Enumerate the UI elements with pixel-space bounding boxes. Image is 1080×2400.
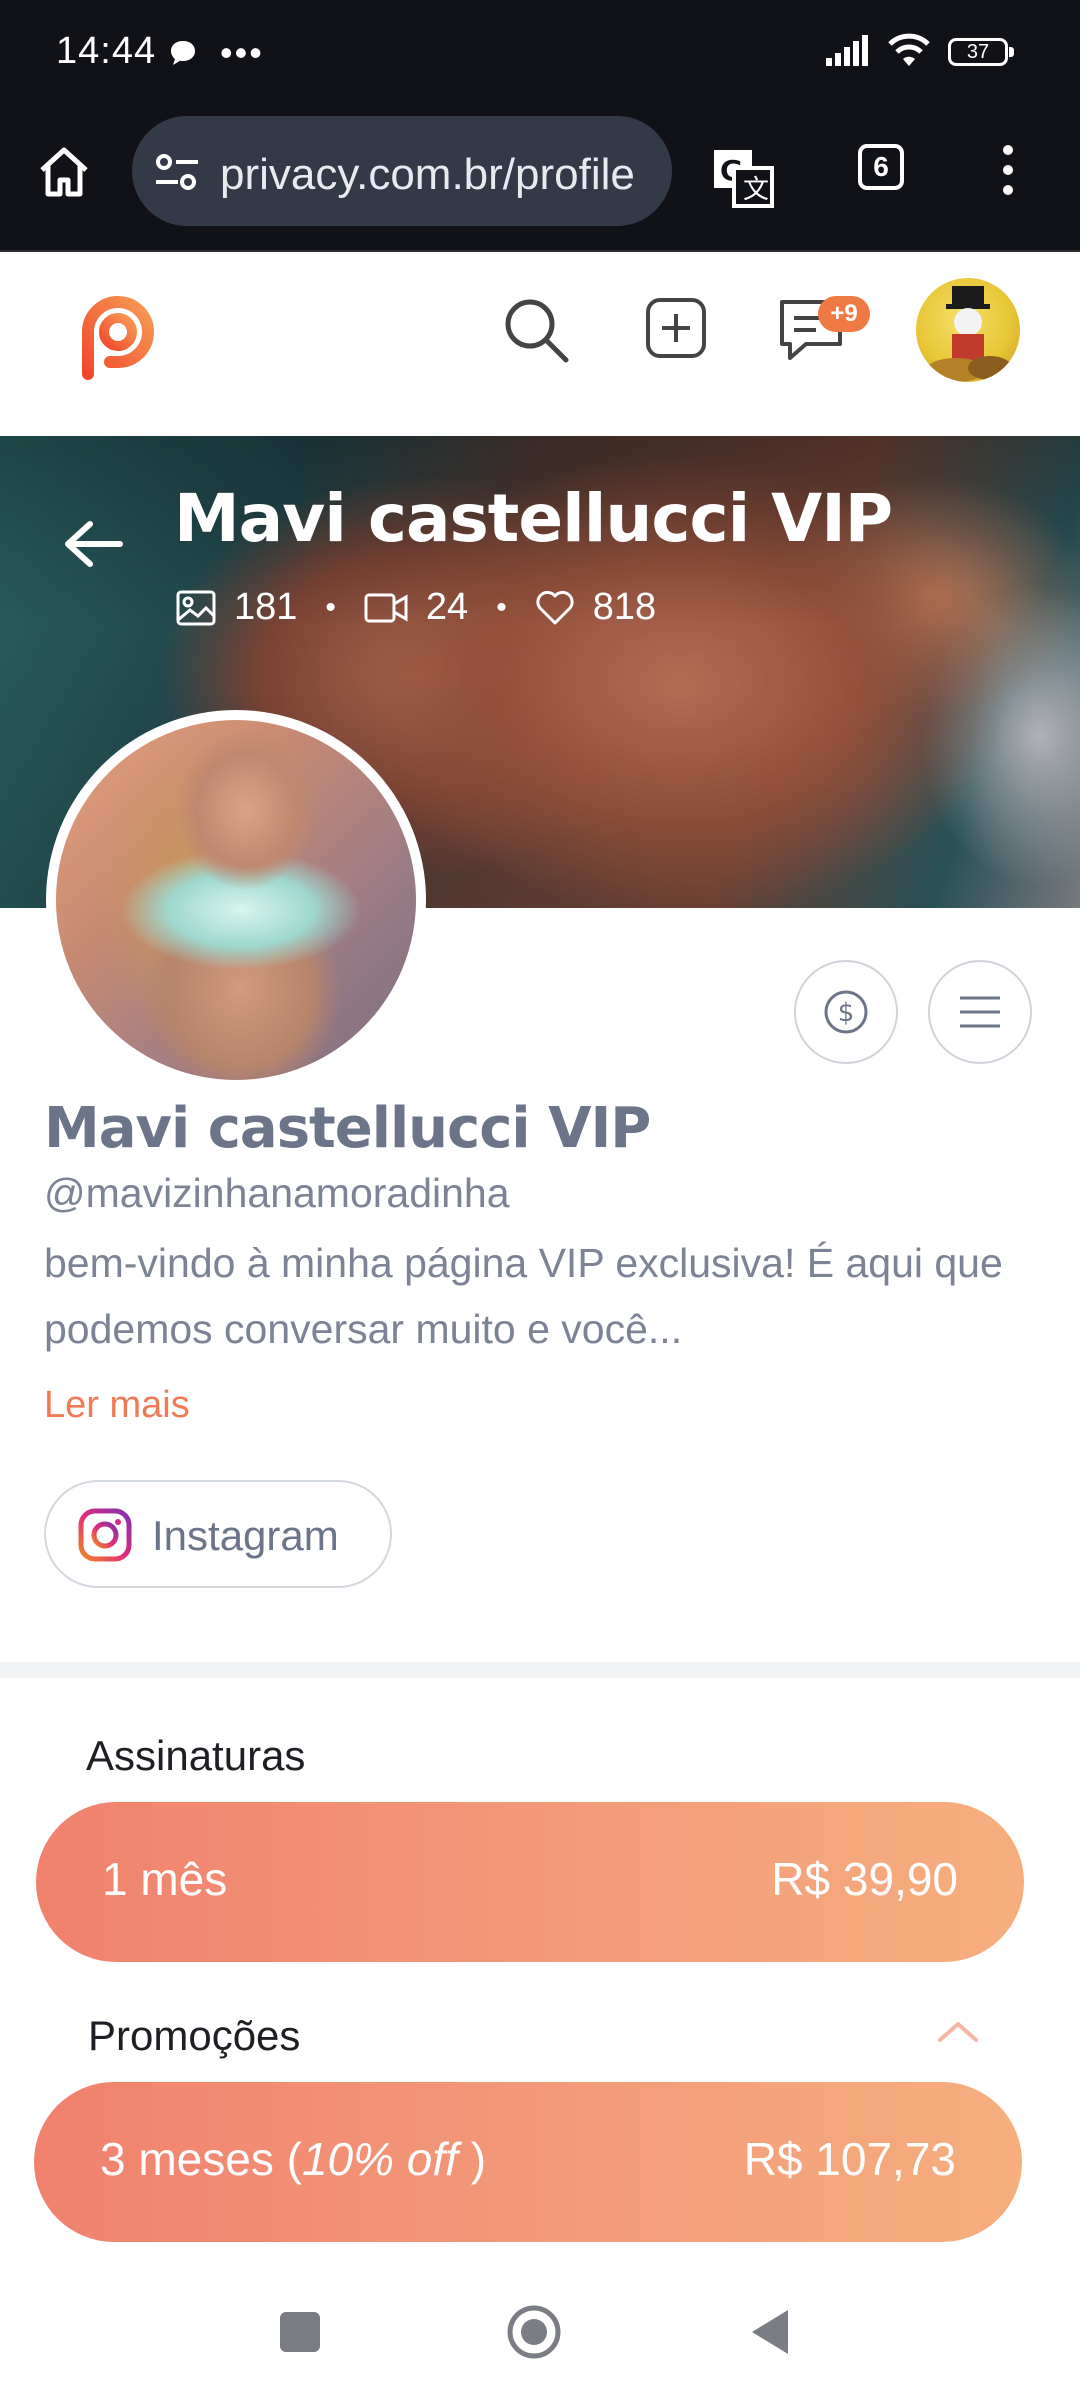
profile-bio: bem-vindo à minha página VIP exclusiva! … <box>44 1240 1003 1352</box>
home-icon[interactable] <box>36 144 92 205</box>
stats-separator: • <box>496 590 507 624</box>
photos-count: 181 <box>234 586 298 628</box>
profile-menu-button[interactable] <box>928 960 1032 1064</box>
profile-photo <box>56 720 416 1080</box>
chat-notification-icon <box>168 38 198 73</box>
dollar-icon: $ <box>824 990 868 1034</box>
plan-price: R$ 39,90 <box>771 1853 958 1905</box>
promo-close-paren: ) <box>457 2133 487 2185</box>
back-button-icon[interactable] <box>748 2308 790 2361</box>
read-more-link[interactable]: Ler mais <box>44 1384 190 1427</box>
videos-stat: 24 <box>364 586 468 629</box>
site-header: +9 <box>0 252 1080 436</box>
promotions-heading: Promoções <box>88 2012 301 2059</box>
instagram-icon <box>78 1508 132 1562</box>
recent-apps-icon[interactable] <box>280 2312 320 2352</box>
wifi-icon <box>886 30 932 73</box>
browser-menu-icon[interactable] <box>1000 144 1016 201</box>
instagram-button[interactable]: Instagram <box>44 1480 392 1588</box>
browser-toolbar: privacy.com.br/profile G 文 6 <box>0 108 1080 252</box>
hamburger-icon <box>960 996 1000 1028</box>
battery-indicator: 37 <box>948 38 1014 66</box>
image-icon <box>176 590 216 625</box>
search-icon[interactable] <box>500 294 572 371</box>
back-arrow-icon[interactable] <box>60 520 124 573</box>
messages-badge: +9 <box>818 296 870 332</box>
profile-avatar[interactable] <box>46 710 426 1090</box>
promo-plan-duration: 3 meses (10% off ) <box>100 2132 486 2186</box>
more-notifications-indicator: ••• <box>220 32 264 73</box>
videos-count: 24 <box>425 586 469 628</box>
plan-duration: 1 mês <box>102 1853 228 1905</box>
site-settings-icon[interactable] <box>154 152 200 197</box>
cover-stats: 181 • 24 • 818 <box>176 586 656 629</box>
translate-icon[interactable]: G 文 <box>712 148 776 215</box>
promo-discount: 10% off <box>301 2133 458 2185</box>
profile-name: Mavi castellucci VIP <box>44 1096 651 1161</box>
likes-stat: 818 <box>535 586 656 629</box>
section-divider <box>0 1662 1080 1678</box>
svg-text:文: 文 <box>743 175 769 205</box>
svg-text:$: $ <box>838 998 855 1028</box>
subscriptions-heading: Assinaturas <box>86 1732 306 1779</box>
address-bar[interactable]: privacy.com.br/profile <box>132 116 672 226</box>
system-navigation-bar <box>0 2262 1080 2400</box>
profile-handle: @mavizinhanamoradinha <box>44 1170 510 1216</box>
stats-separator: • <box>325 590 336 624</box>
likes-count: 818 <box>592 586 657 628</box>
instagram-label: Instagram <box>152 1512 339 1559</box>
status-time: 14:44 <box>56 30 157 72</box>
status-bar: 14:44 ••• 37 <box>0 0 1080 108</box>
chevron-up-icon[interactable] <box>936 2018 980 2049</box>
url-text: privacy.com.br/profile <box>220 150 635 199</box>
tip-button[interactable]: $ <box>794 960 898 1064</box>
add-post-icon[interactable] <box>644 296 708 365</box>
privacy-logo[interactable] <box>66 286 162 387</box>
photos-stat: 181 <box>176 586 297 629</box>
promotion-plan-button[interactable]: 3 meses (10% off ) R$ 107,73 <box>34 2082 1022 2242</box>
heart-icon <box>536 590 574 624</box>
promo-duration-text: 3 meses ( <box>100 2133 302 2185</box>
cover-title: Mavi castellucci VIP <box>174 480 893 557</box>
video-icon <box>364 593 408 622</box>
subscription-plan-button[interactable]: 1 mês R$ 39,90 <box>36 1802 1024 1962</box>
tab-switcher-button[interactable]: 6 <box>858 144 904 190</box>
promo-plan-price: R$ 107,73 <box>743 2133 956 2185</box>
home-button-icon[interactable] <box>506 2304 562 2365</box>
signal-icon <box>826 34 872 71</box>
user-avatar[interactable] <box>916 278 1020 382</box>
